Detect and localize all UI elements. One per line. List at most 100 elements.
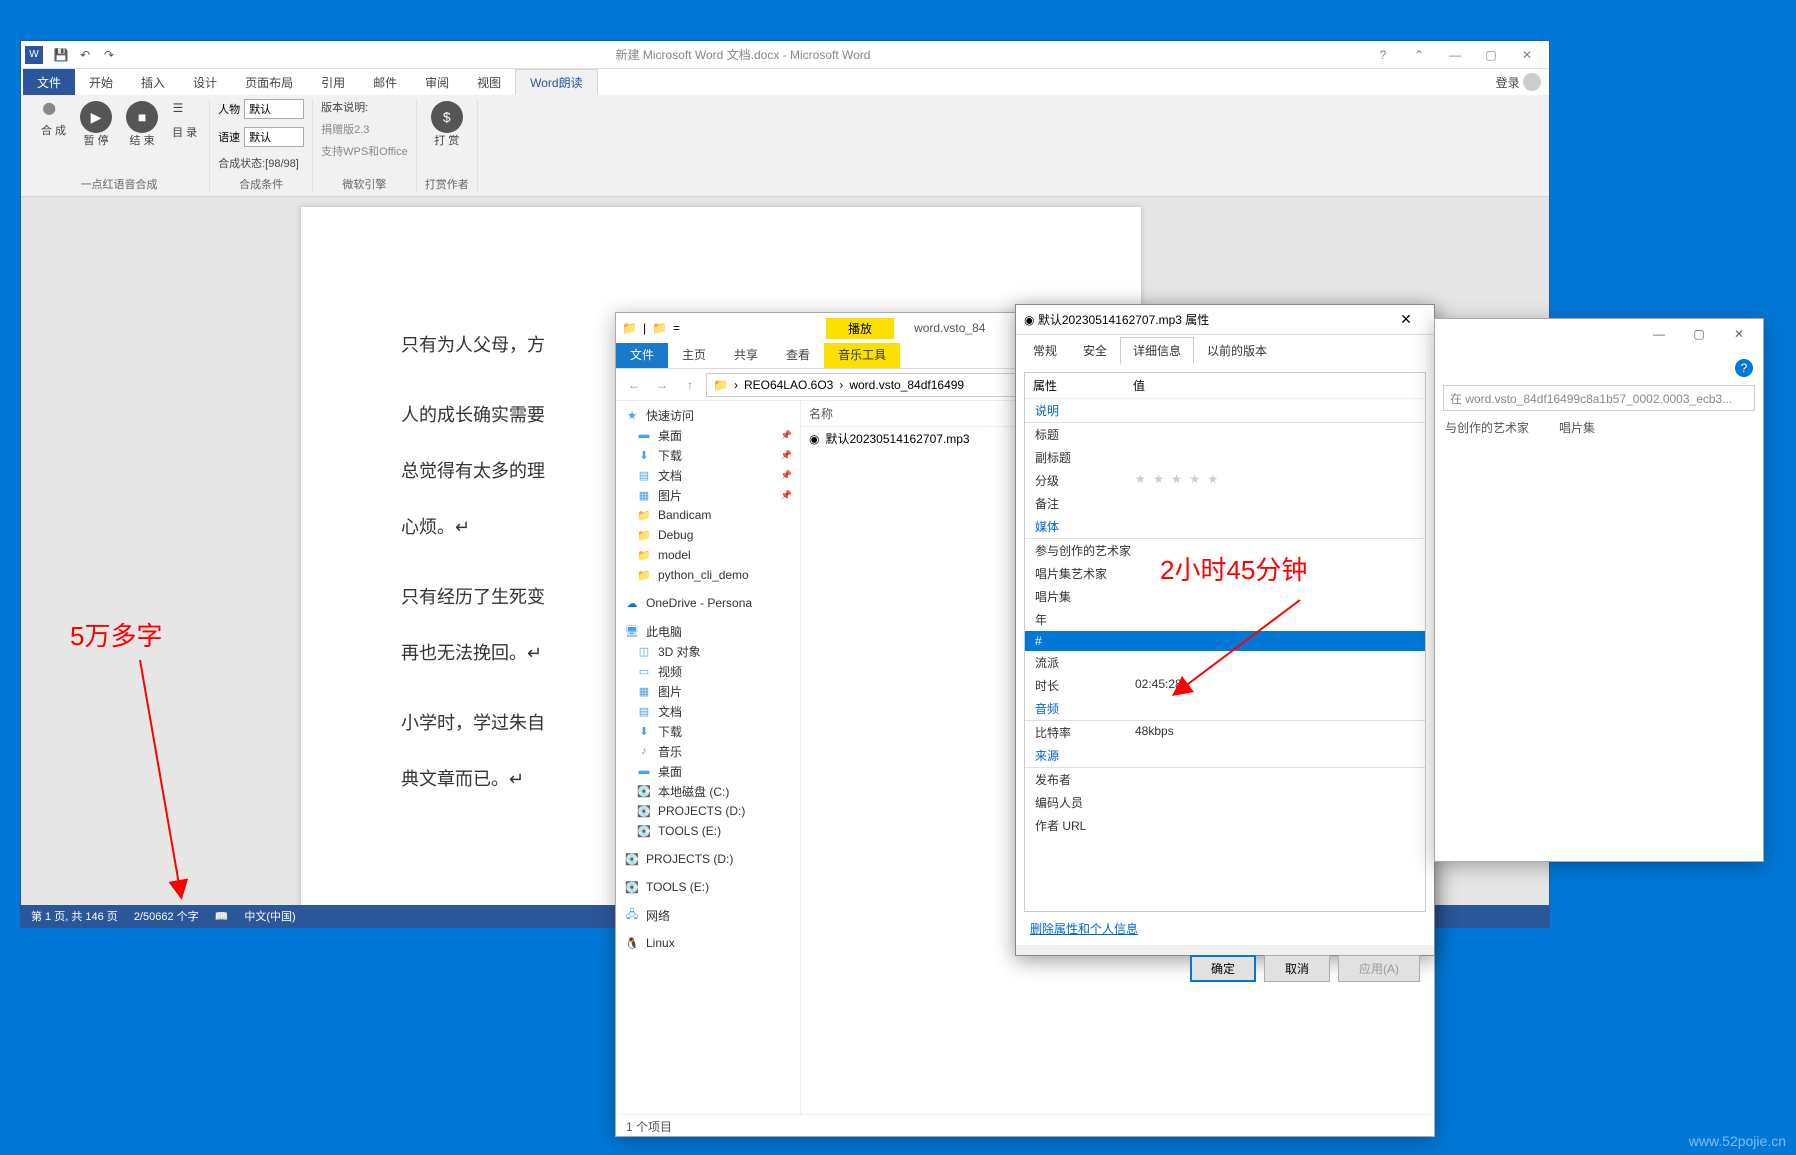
cancel-button[interactable]: 取消 xyxy=(1264,955,1330,982)
sidebar-item-documents[interactable]: ▤文档 xyxy=(616,701,800,721)
sidebar-item-desktop[interactable]: ▬桌面 xyxy=(616,761,800,781)
apply-button[interactable]: 应用(A) xyxy=(1338,955,1420,982)
tab-insert[interactable]: 插入 xyxy=(127,69,179,95)
toc-button[interactable]: ☰目 录 xyxy=(168,99,201,141)
sidebar-item-thispc[interactable]: 🖥此电脑 xyxy=(616,621,800,641)
minimize-icon[interactable]: — xyxy=(1639,320,1679,348)
sidebar-item-pictures[interactable]: ▦图片 xyxy=(616,681,800,701)
prop-row: 编码人员 xyxy=(1025,791,1425,814)
audio-file-icon: ◉ xyxy=(809,432,819,446)
folder-icon: 📁 xyxy=(652,321,667,335)
sidebar-item-disk[interactable]: 💽本地磁盘 (C:) xyxy=(616,781,800,801)
tab-mailings[interactable]: 邮件 xyxy=(359,69,411,95)
pause-button[interactable]: ▶暂 停 xyxy=(76,99,116,149)
minimize-icon[interactable]: — xyxy=(1437,42,1473,68)
page-indicator[interactable]: 第 1 页, 共 146 页 xyxy=(31,908,118,924)
end-button[interactable]: ■结 束 xyxy=(122,99,162,149)
tab-word-read[interactable]: Word朗读 xyxy=(515,69,597,95)
maximize-icon[interactable]: ▢ xyxy=(1473,42,1509,68)
sidebar-item-folder[interactable]: 📁Debug xyxy=(616,525,800,545)
prop-section: 说明 xyxy=(1025,399,1425,423)
tab-previous[interactable]: 以前的版本 xyxy=(1194,337,1280,364)
sidebar-item-3d[interactable]: ◫3D 对象 xyxy=(616,641,800,661)
exp-tab-music[interactable]: 音乐工具 xyxy=(824,343,900,368)
proofing-icon[interactable]: 📖 xyxy=(215,910,229,923)
ribbon-options-icon[interactable]: ⌃ xyxy=(1401,42,1437,68)
search-input[interactable]: 在 word.vsto_84df16499c8a1b57_0002.0003_e… xyxy=(1443,385,1755,411)
sidebar-item-disk[interactable]: 💽PROJECTS (D:) xyxy=(616,849,800,869)
close-icon[interactable]: ✕ xyxy=(1509,42,1545,68)
tab-file[interactable]: 文件 xyxy=(23,69,75,95)
tab-design[interactable]: 设计 xyxy=(179,69,231,95)
close-icon[interactable]: ✕ xyxy=(1719,320,1759,348)
group-label: 一点红语音合成 xyxy=(81,176,158,192)
prop-row-selected: # xyxy=(1025,631,1425,651)
undo-icon[interactable]: ↶ xyxy=(74,44,96,66)
properties-titlebar: ◉ 默认20230514162707.mp3 属性 ✕ xyxy=(1016,305,1434,335)
close-button[interactable]: ✕ xyxy=(1386,311,1426,328)
word-count[interactable]: 2/50662 个字 xyxy=(134,908,199,924)
maximize-icon[interactable]: ▢ xyxy=(1679,320,1719,348)
tab-home[interactable]: 开始 xyxy=(75,69,127,95)
play-icon: ▶ xyxy=(80,101,112,133)
tab-security[interactable]: 安全 xyxy=(1070,337,1120,364)
redo-icon[interactable]: ↷ xyxy=(98,44,120,66)
properties-list[interactable]: 属性值 说明 标题 副标题 分级★ ★ ★ ★ ★ 备注 媒体 参与创作的艺术家… xyxy=(1024,372,1426,912)
help-icon[interactable]: ? xyxy=(1365,42,1401,68)
synth-button[interactable]: ⬤合 成 xyxy=(37,99,70,139)
exp-tab-share[interactable]: 共享 xyxy=(720,343,772,368)
tab-layout[interactable]: 页面布局 xyxy=(231,69,307,95)
sidebar-item-linux[interactable]: 🐧Linux xyxy=(616,933,800,953)
dialog-buttons: 确定 取消 应用(A) xyxy=(1016,945,1434,992)
remove-properties-link[interactable]: 删除属性和个人信息 xyxy=(1016,912,1434,945)
rating-stars[interactable]: ★ ★ ★ ★ ★ xyxy=(1135,472,1220,489)
exp-tab-file[interactable]: 文件 xyxy=(616,343,668,368)
column-name[interactable]: 名称 xyxy=(809,405,833,422)
pin-icon: 📌 xyxy=(781,490,792,501)
sidebar-item-folder[interactable]: 📁python_cli_demo xyxy=(616,565,800,585)
sidebar-item-onedrive[interactable]: ☁OneDrive - Persona xyxy=(616,593,800,613)
ribbon-panel: ⬤合 成 ▶暂 停 ■结 束 ☰目 录 一点红语音合成 人物默认 语速默认 合成… xyxy=(21,95,1549,197)
tab-review[interactable]: 审阅 xyxy=(411,69,463,95)
pin-icon: 📌 xyxy=(781,430,792,441)
language-indicator[interactable]: 中文(中国) xyxy=(244,908,295,924)
tab-general[interactable]: 常规 xyxy=(1020,337,1070,364)
exp-tab-home[interactable]: 主页 xyxy=(668,343,720,368)
tab-details[interactable]: 详细信息 xyxy=(1120,337,1194,364)
forward-button[interactable]: → xyxy=(650,373,674,397)
prop-row: 唱片集 xyxy=(1025,585,1425,608)
prop-row: 备注 xyxy=(1025,492,1425,515)
sidebar-item-disk[interactable]: 💽TOOLS (E:) xyxy=(616,821,800,841)
exp-tab-view[interactable]: 查看 xyxy=(772,343,824,368)
up-button[interactable]: ↑ xyxy=(678,373,702,397)
sidebar-item-pictures[interactable]: ▦图片📌 xyxy=(616,485,800,505)
tab-view[interactable]: 视图 xyxy=(463,69,515,95)
sidebar-item-quick[interactable]: ★快速访问 xyxy=(616,405,800,425)
sidebar-item-videos[interactable]: ▭视频 xyxy=(616,661,800,681)
music-tools-tab[interactable]: 播放 xyxy=(826,318,894,339)
sidebar-item-desktop[interactable]: ▬桌面📌 xyxy=(616,425,800,445)
help-icon[interactable]: ? xyxy=(1735,359,1753,377)
pin-icon: 📌 xyxy=(781,450,792,461)
sidebar-item-folder[interactable]: 📁Bandicam xyxy=(616,505,800,525)
watermark: www.52pojie.cn xyxy=(1689,1133,1786,1149)
ok-button[interactable]: 确定 xyxy=(1190,955,1256,982)
sidebar-item-music[interactable]: ♪音乐 xyxy=(616,741,800,761)
tab-references[interactable]: 引用 xyxy=(307,69,359,95)
sidebar-item-disk[interactable]: 💽PROJECTS (D:) xyxy=(616,801,800,821)
sidebar-item-downloads[interactable]: ⬇下载 xyxy=(616,721,800,741)
sidebar-item-folder[interactable]: 📁model xyxy=(616,545,800,565)
back-button[interactable]: ← xyxy=(622,373,646,397)
save-icon[interactable]: 💾 xyxy=(50,44,72,66)
sidebar-item-downloads[interactable]: ⬇下载📌 xyxy=(616,445,800,465)
prop-row: 年 xyxy=(1025,608,1425,631)
sidebar-item-disk[interactable]: 💽TOOLS (E:) xyxy=(616,877,800,897)
user-login[interactable]: 登录 xyxy=(1496,73,1549,91)
speed-select[interactable]: 默认 xyxy=(244,127,304,147)
word-app-icon: W xyxy=(25,46,43,64)
reward-button[interactable]: $打 赏 xyxy=(427,99,467,149)
word-title: 新建 Microsoft Word 文档.docx - Microsoft Wo… xyxy=(121,46,1365,63)
sidebar-item-network[interactable]: 🖧网络 xyxy=(616,905,800,925)
sidebar-item-documents[interactable]: ▤文档📌 xyxy=(616,465,800,485)
voice-select[interactable]: 默认 xyxy=(244,99,304,119)
